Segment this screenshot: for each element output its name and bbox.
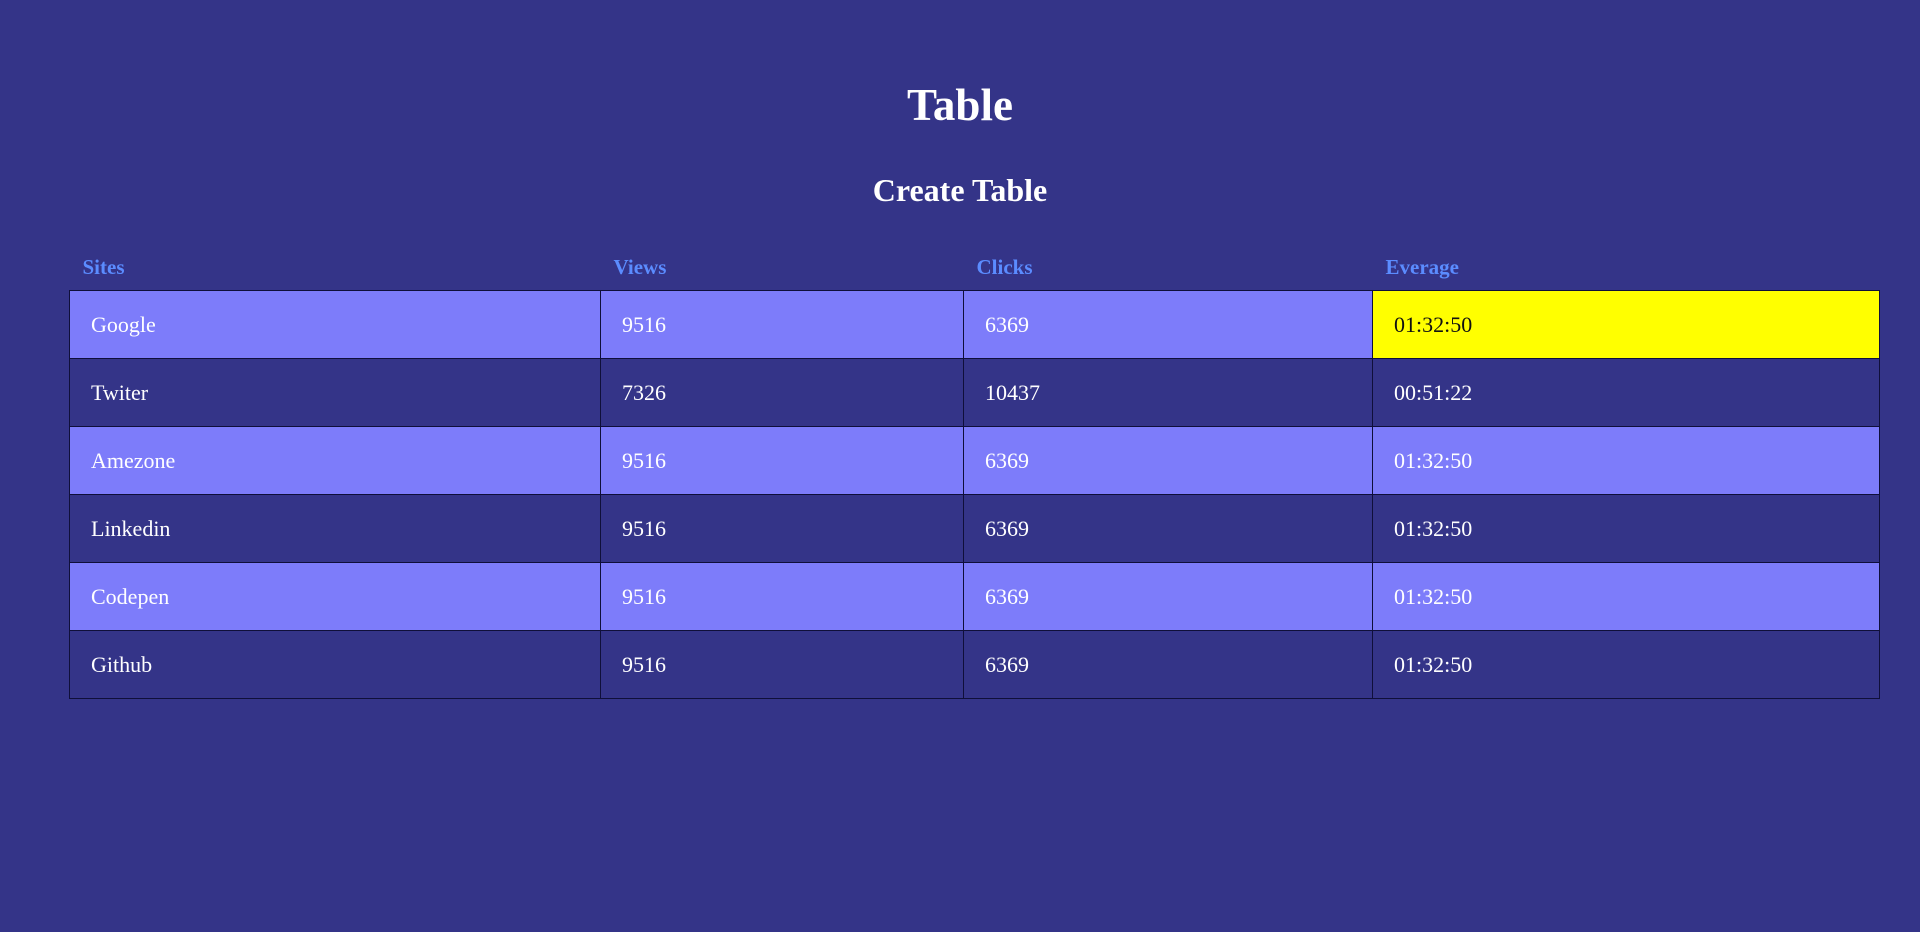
cell-site: Codepen: [69, 562, 601, 631]
cell-clicks: 6369: [963, 562, 1373, 631]
cell-site: Github: [69, 630, 601, 699]
table-body: Google 9516 6369 01:32:50 Twiter 7326 10…: [69, 290, 1880, 699]
cell-average: 01:32:50: [1372, 426, 1880, 495]
cell-clicks: 10437: [963, 358, 1373, 427]
cell-views: 9516: [600, 562, 964, 631]
cell-clicks: 6369: [963, 426, 1373, 495]
header-row: Sites Views Clicks Everage: [70, 244, 1880, 291]
table-row: Google 9516 6369 01:32:50: [69, 290, 1880, 359]
table-row: Twiter 7326 10437 00:51:22: [69, 358, 1880, 427]
cell-average: 01:32:50: [1372, 630, 1880, 699]
cell-views: 7326: [600, 358, 964, 427]
table-row: Codepen 9516 6369 01:32:50: [69, 562, 1880, 631]
cell-average: 00:51:22: [1372, 358, 1880, 427]
header-views: Views: [613, 254, 667, 279]
cell-average: 01:32:50: [1372, 494, 1880, 563]
cell-views: 9516: [600, 290, 964, 359]
page-title: Table: [907, 80, 1013, 130]
cell-site: Linkedin: [69, 494, 601, 563]
page-subtitle: Create Table: [872, 172, 1048, 208]
cell-average-highlighted: 01:32:50: [1372, 290, 1880, 359]
sites-table: Sites Views Clicks Everage Google 9516 6…: [69, 244, 1880, 699]
cell-views: 9516: [600, 630, 964, 699]
header-average: Everage: [1385, 254, 1459, 279]
table-header: Sites Views Clicks Everage: [70, 244, 1880, 291]
table-row: Amezone 9516 6369 01:32:50: [69, 426, 1880, 495]
header-clicks: Clicks: [976, 254, 1033, 279]
table-row: Linkedin 9516 6369 01:32:50: [69, 494, 1880, 563]
cell-site: Twiter: [69, 358, 601, 427]
cell-site: Amezone: [69, 426, 601, 495]
cell-clicks: 6369: [963, 630, 1373, 699]
table-row: Github 9516 6369 01:32:50: [69, 630, 1880, 699]
cell-views: 9516: [600, 426, 964, 495]
cell-clicks: 6369: [963, 290, 1373, 359]
cell-clicks: 6369: [963, 494, 1373, 563]
cell-site: Google: [69, 290, 601, 359]
cell-views: 9516: [600, 494, 964, 563]
cell-average: 01:32:50: [1372, 562, 1880, 631]
header-sites: Sites: [82, 254, 125, 279]
